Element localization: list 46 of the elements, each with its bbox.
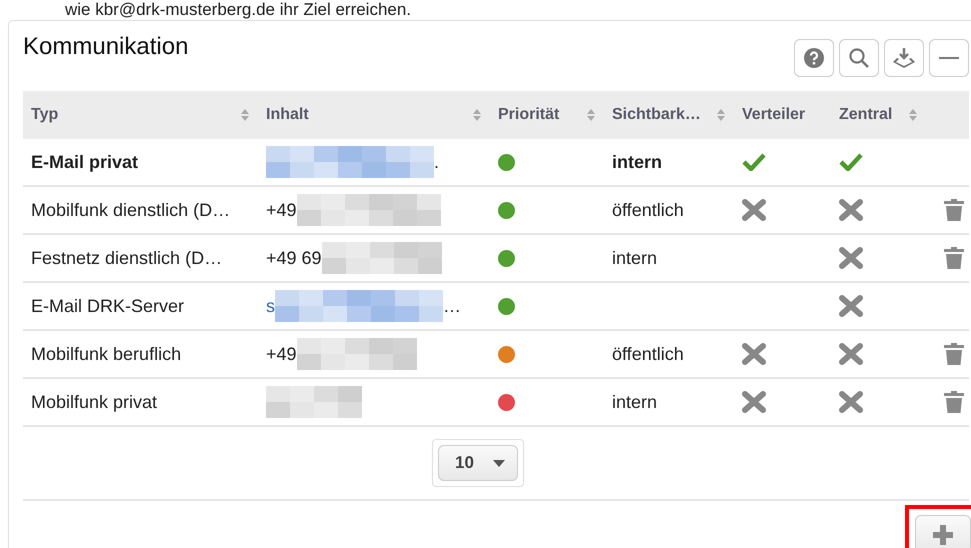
content-text: … xyxy=(443,296,461,316)
sort-icon[interactable] xyxy=(586,108,596,122)
content-text: . xyxy=(434,152,440,172)
column-header[interactable]: Priorität xyxy=(490,91,604,139)
visibility-cell: intern xyxy=(612,152,662,172)
sort-icon[interactable] xyxy=(240,108,250,122)
plus-icon xyxy=(933,525,953,545)
column-header[interactable]: Zentral xyxy=(831,91,926,139)
sort-icon[interactable] xyxy=(716,108,726,122)
add-button[interactable] xyxy=(915,515,971,548)
page-size-select[interactable]: 10 xyxy=(438,445,518,481)
search-icon xyxy=(848,47,870,69)
trash-icon[interactable] xyxy=(943,246,965,270)
download-icon xyxy=(892,47,916,69)
content-text: +49 69 xyxy=(266,248,322,268)
type-cell: Mobilfunk dienstlich (D… xyxy=(31,200,230,220)
caret-icon xyxy=(493,460,505,466)
visibility-cell: intern xyxy=(612,392,658,412)
trash-icon[interactable] xyxy=(943,342,965,366)
visibility-cell: öffentlich xyxy=(612,200,684,220)
trash-icon[interactable] xyxy=(943,198,965,222)
panel-title: Kommunikation xyxy=(23,33,188,61)
trash-icon[interactable] xyxy=(943,390,965,414)
column-header[interactable]: Verteiler xyxy=(734,91,831,139)
help-button[interactable] xyxy=(794,39,834,77)
collapse-button[interactable] xyxy=(929,39,969,77)
download-button[interactable] xyxy=(884,39,924,77)
help-icon xyxy=(803,47,825,69)
column-header[interactable]: Typ xyxy=(23,91,258,139)
sort-icon[interactable] xyxy=(908,108,918,122)
type-cell: Mobilfunk privat xyxy=(31,392,158,412)
content-text: +49 xyxy=(266,344,297,364)
visibility-cell: öffentlich xyxy=(612,344,684,364)
visibility-cell: intern xyxy=(612,248,658,268)
content-text: +49 xyxy=(266,200,297,220)
search-button[interactable] xyxy=(839,39,879,77)
column-header[interactable]: Sichtbark… xyxy=(604,91,734,139)
content-link[interactable]: s xyxy=(266,296,275,316)
type-cell: Festnetz dienstlich (D… xyxy=(31,248,222,268)
type-cell: E-Mail DRK-Server xyxy=(31,296,184,316)
type-cell: E-Mail privat xyxy=(31,152,138,172)
minimize-icon xyxy=(939,56,959,60)
type-cell: Mobilfunk beruflich xyxy=(31,344,182,364)
intro-text: wie kbr@drk-musterberg.de ihr Ziel erreichen. xyxy=(64,0,412,20)
sort-icon[interactable] xyxy=(472,108,482,122)
column-header[interactable]: Inhalt xyxy=(258,91,490,139)
